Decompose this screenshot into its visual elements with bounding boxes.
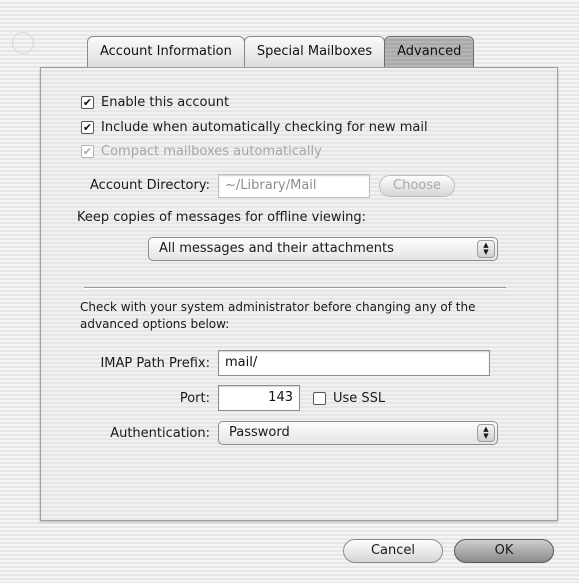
tab-bar: Account Information Special Mailboxes Ad… (87, 36, 475, 68)
account-directory-label: Account Directory: (90, 178, 210, 193)
compact-row: ✔ Compact mailboxes automatically (81, 144, 322, 159)
use-ssl-label: Use SSL (333, 391, 386, 406)
choose-button: Choose (379, 175, 455, 197)
popup-arrows-icon: ▲ ▼ (477, 424, 495, 442)
compact-checkbox: ✔ (81, 145, 94, 158)
account-directory-field: ~/Library/Mail (218, 174, 370, 198)
tab-account-information[interactable]: Account Information (87, 36, 245, 67)
enable-account-row[interactable]: ✔ Enable this account (81, 95, 229, 110)
separator (84, 287, 506, 289)
offline-popup-value: All messages and their attachments (159, 241, 394, 256)
authentication-popup-value: Password (229, 425, 290, 440)
authentication-popup[interactable]: Password ▲ ▼ (218, 421, 498, 445)
use-ssl-checkbox[interactable]: ✔ (313, 392, 326, 405)
imap-prefix-label: IMAP Path Prefix: (100, 356, 210, 371)
enable-account-label: Enable this account (101, 95, 230, 110)
advanced-panel (40, 67, 558, 521)
authentication-label: Authentication: (110, 426, 210, 441)
offline-popup[interactable]: All messages and their attachments ▲ ▼ (148, 237, 498, 261)
include-check-checkbox[interactable]: ✔ (81, 121, 94, 134)
popup-arrows-icon: ▲ ▼ (477, 240, 495, 258)
compact-label: Compact mailboxes automatically (101, 144, 322, 159)
include-check-row[interactable]: ✔ Include when automatically checking fo… (81, 120, 428, 135)
use-ssl-row[interactable]: ✔ Use SSL (313, 391, 385, 406)
port-field[interactable]: 143 (218, 385, 300, 411)
admin-note: Check with your system administrator bef… (80, 300, 476, 331)
ok-button[interactable]: OK (454, 539, 554, 563)
background-ghost-icon (12, 32, 34, 54)
offline-label: Keep copies of messages for offline view… (77, 210, 367, 225)
cancel-button[interactable]: Cancel (343, 539, 443, 563)
tab-advanced[interactable]: Advanced (384, 36, 475, 67)
include-check-label: Include when automatically checking for … (101, 120, 428, 135)
imap-prefix-field[interactable]: mail/ (218, 350, 490, 376)
tab-special-mailboxes[interactable]: Special Mailboxes (243, 36, 386, 67)
enable-account-checkbox[interactable]: ✔ (81, 96, 94, 109)
port-label: Port: (179, 391, 210, 406)
